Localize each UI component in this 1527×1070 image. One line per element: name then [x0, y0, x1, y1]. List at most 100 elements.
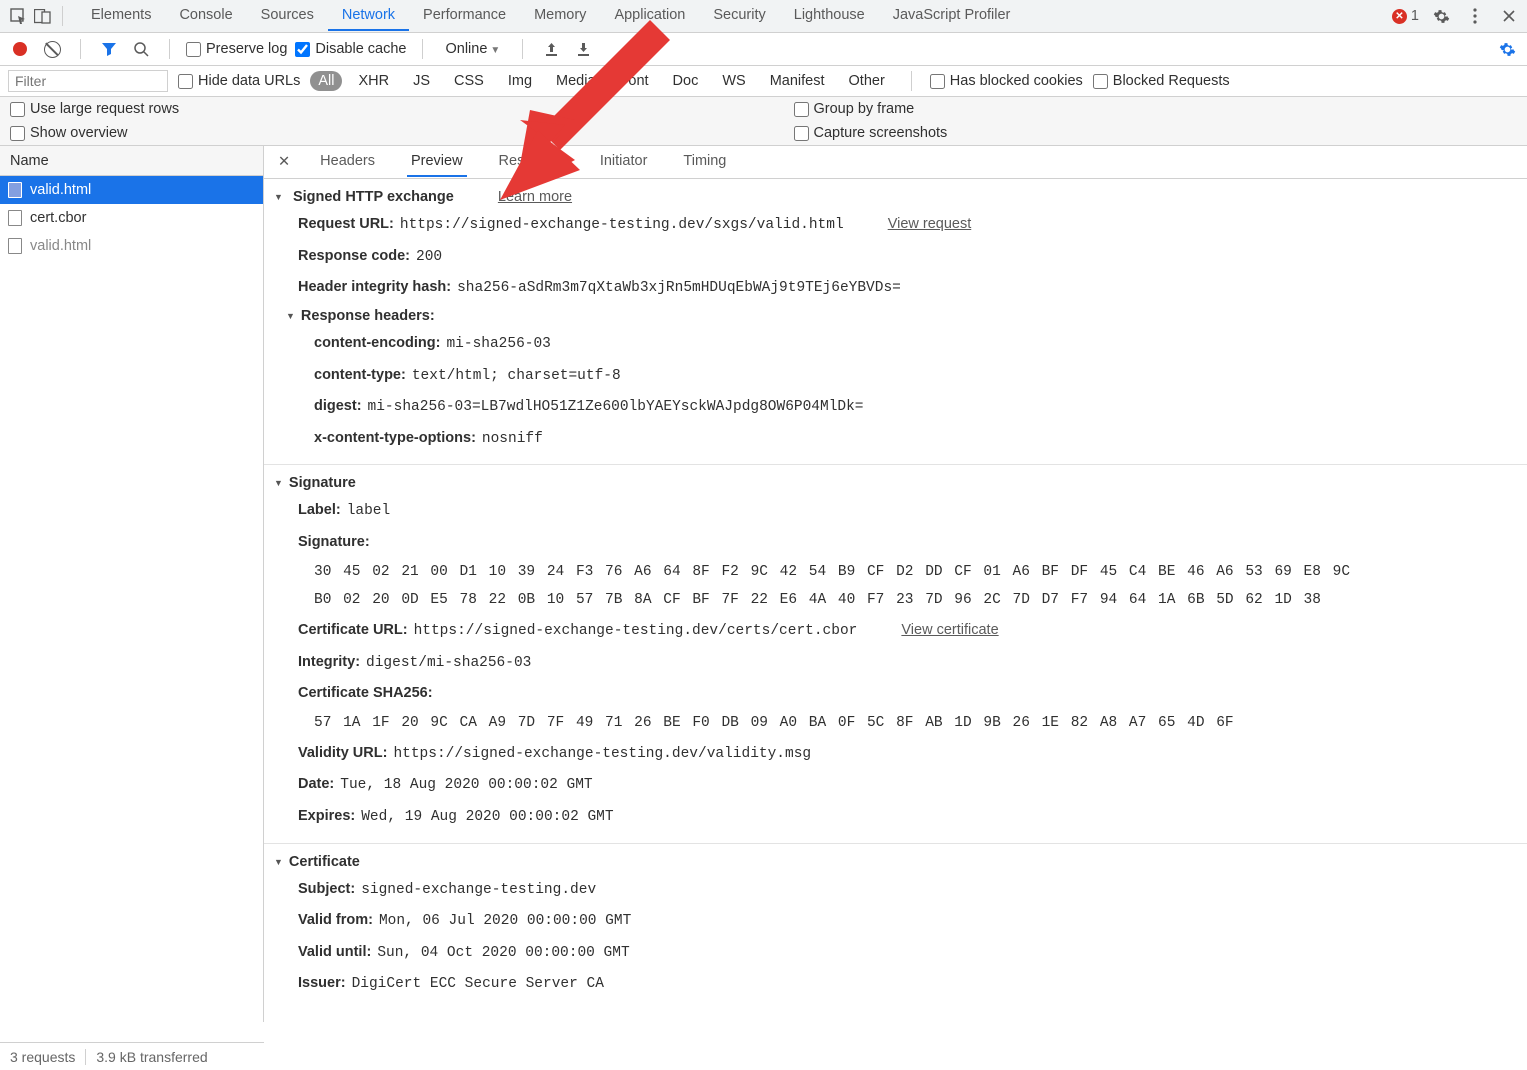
record-button[interactable]: [8, 37, 32, 61]
preserve-log-checkbox[interactable]: Preserve log: [186, 41, 287, 57]
has-blocked-cookies-checkbox[interactable]: Has blocked cookies: [930, 73, 1083, 89]
sig-expires-row: Expires:Wed, 19 Aug 2020 00:00:02 GMT: [264, 801, 1527, 833]
separator: [169, 39, 170, 59]
response-header-row: content-encoding:mi-sha256-03: [264, 328, 1527, 360]
type-filter-xhr[interactable]: XHR: [350, 71, 397, 91]
detail-tabs: ✕ Headers Preview Response Initiator Timing: [264, 146, 1527, 179]
detail-tab-headers[interactable]: Headers: [316, 147, 379, 177]
tab-memory[interactable]: Memory: [520, 1, 600, 31]
tab-application[interactable]: Application: [600, 1, 699, 31]
tab-elements[interactable]: Elements: [77, 1, 165, 31]
validity-url-row: Validity URL:https://signed-exchange-tes…: [264, 738, 1527, 770]
signature-section: Signature Label:label Signature: 30 45 0…: [264, 465, 1527, 843]
separator: [422, 39, 423, 59]
certificate-section-title[interactable]: Certificate: [264, 850, 1527, 874]
network-filter-bar: Hide data URLs All XHR JS CSS Img Media Font Do…: [0, 66, 1527, 97]
signature-hex-1: 30 45 02 21 00 D1 10 39 24 F3 76 A6 64 8…: [264, 558, 1527, 587]
request-row[interactable]: valid.html: [0, 232, 263, 260]
cert-subject-row: Subject:signed-exchange-testing.dev: [264, 874, 1527, 906]
upload-icon[interactable]: [539, 37, 563, 61]
request-name: cert.cbor: [30, 210, 86, 226]
close-icon[interactable]: [1497, 4, 1521, 28]
tab-performance[interactable]: Performance: [409, 1, 520, 31]
response-header-row: content-type:text/html; charset=utf-8: [264, 360, 1527, 392]
type-filter-all[interactable]: All: [310, 71, 342, 91]
large-rows-checkbox[interactable]: Use large request rows: [10, 101, 734, 117]
cert-url-row: Certificate URL:https://signed-exchange-…: [264, 615, 1527, 647]
download-icon[interactable]: [571, 37, 595, 61]
type-filter-css[interactable]: CSS: [446, 71, 492, 91]
cert-valid-until-row: Valid until:Sun, 04 Oct 2020 00:00:00 GM…: [264, 937, 1527, 969]
tab-javascript-profiler[interactable]: JavaScript Profiler: [879, 1, 1025, 31]
type-filter-media[interactable]: Media: [548, 71, 604, 91]
header-integrity-row: Header integrity hash:sha256-aSdRm3m7qXt…: [264, 272, 1527, 304]
kebab-icon[interactable]: [1463, 4, 1487, 28]
disable-cache-checkbox[interactable]: Disable cache: [295, 41, 406, 57]
cert-sha256-row: Certificate SHA256:: [264, 678, 1527, 709]
error-count-badge[interactable]: ✕1: [1392, 8, 1419, 24]
throttling-select[interactable]: Online▼: [439, 41, 506, 57]
group-by-frame-checkbox[interactable]: Group by frame: [794, 101, 1518, 117]
integrity-row: Integrity:digest/mi-sha256-03: [264, 647, 1527, 679]
filter-input[interactable]: [8, 70, 168, 92]
sig-date-row: Date:Tue, 18 Aug 2020 00:00:02 GMT: [264, 769, 1527, 801]
tab-sources[interactable]: Sources: [247, 1, 328, 31]
request-row[interactable]: cert.cbor: [0, 204, 263, 232]
search-icon[interactable]: [129, 37, 153, 61]
response-header-row: digest:mi-sha256-03=LB7wdlHO51Z1Ze600lbY…: [264, 391, 1527, 423]
request-url-row: Request URL:https://signed-exchange-test…: [264, 209, 1527, 241]
request-detail-panel: ✕ HeadersPreviewResponseInitiatorTiming …: [264, 146, 1527, 1022]
separator: [80, 39, 81, 59]
type-filter-doc[interactable]: Doc: [665, 71, 707, 91]
view-request-link[interactable]: View request: [888, 216, 972, 232]
tab-lighthouse[interactable]: Lighthouse: [780, 1, 879, 31]
response-header-row: x-content-type-options:nosniff: [264, 423, 1527, 455]
type-filter-other[interactable]: Other: [841, 71, 893, 91]
tab-console[interactable]: Console: [165, 1, 246, 31]
tab-network[interactable]: Network: [328, 1, 409, 31]
clear-button[interactable]: [40, 37, 64, 61]
request-row[interactable]: valid.html: [0, 176, 263, 204]
close-detail-icon[interactable]: ✕: [272, 154, 296, 170]
gear-icon[interactable]: [1429, 4, 1453, 28]
signature-section-title[interactable]: Signature: [264, 471, 1527, 495]
type-filter-img[interactable]: Img: [500, 71, 540, 91]
detail-tab-response[interactable]: Response: [495, 147, 568, 177]
capture-screenshots-checkbox[interactable]: Capture screenshots: [794, 125, 1518, 141]
type-filter-manifest[interactable]: Manifest: [762, 71, 833, 91]
hide-data-urls-checkbox[interactable]: Hide data URLs: [178, 73, 300, 89]
cert-sha256-hex: 57 1A 1F 20 9C CA A9 7D 7F 49 71 26 BE F…: [264, 709, 1527, 738]
response-headers-subhead[interactable]: Response headers:: [264, 304, 1527, 328]
cert-issuer-row: Issuer:DigiCert ECC Secure Server CA: [264, 968, 1527, 1000]
status-requests: 3 requests: [10, 1049, 75, 1065]
view-certificate-link[interactable]: View certificate: [901, 622, 998, 638]
response-code-row: Response code:200: [264, 241, 1527, 273]
main-area: Name valid.html cert.cbor valid.html ✕ Hea…: [0, 146, 1527, 1022]
network-options-bar: Use large request rows Show overview Gro…: [0, 97, 1527, 146]
type-filter-ws[interactable]: WS: [714, 71, 753, 91]
status-transferred: 3.9 kB transferred: [85, 1049, 207, 1065]
separator: [62, 6, 63, 26]
detail-tab-timing[interactable]: Timing: [679, 147, 730, 177]
requests-header[interactable]: Name: [0, 146, 263, 176]
blocked-requests-checkbox[interactable]: Blocked Requests: [1093, 73, 1230, 89]
tab-security[interactable]: Security: [699, 1, 779, 31]
detail-tab-preview[interactable]: Preview: [407, 147, 467, 177]
type-filter-js[interactable]: JS: [405, 71, 438, 91]
document-icon: [8, 238, 22, 254]
filter-icon[interactable]: [97, 37, 121, 61]
devtools-top-bar: ElementsConsoleSourcesNetworkPerformance…: [0, 0, 1527, 33]
sxg-section-title[interactable]: Signed HTTP exchange Learn more: [264, 185, 1527, 209]
signature-hex-2: B0 02 20 0D E5 78 22 0B 10 57 7B 8A CF B…: [264, 586, 1527, 615]
inspect-icon[interactable]: [6, 4, 30, 28]
request-name: valid.html: [30, 182, 91, 198]
network-toolbar: Preserve log Disable cache Online▼: [0, 33, 1527, 66]
detail-tab-initiator[interactable]: Initiator: [596, 147, 652, 177]
resource-type-filters: All XHR JS CSS Img Media Font Doc WS Manifest Othe…: [310, 71, 892, 91]
device-toggle-icon[interactable]: [30, 4, 54, 28]
network-settings-gear-icon[interactable]: [1495, 37, 1519, 61]
status-bar: 3 requests 3.9 kB transferred: [0, 1042, 264, 1070]
learn-more-link[interactable]: Learn more: [498, 189, 572, 205]
show-overview-checkbox[interactable]: Show overview: [10, 125, 734, 141]
type-filter-font[interactable]: Font: [612, 71, 657, 91]
